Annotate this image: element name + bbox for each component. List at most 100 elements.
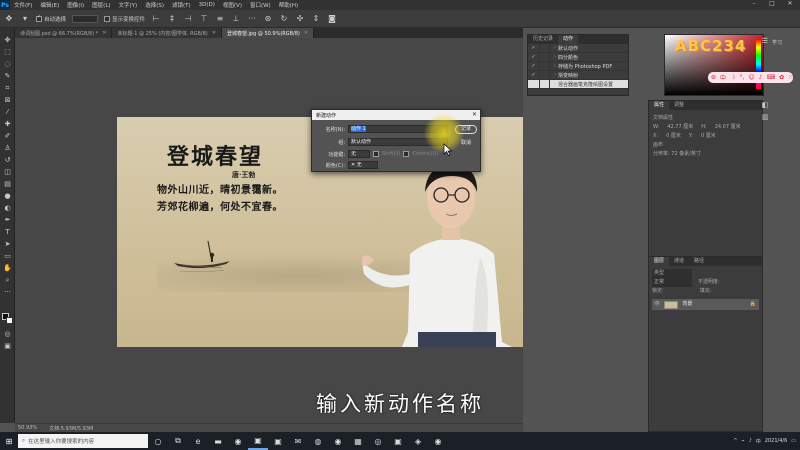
keyboard-icon[interactable]: ⌨	[766, 74, 775, 81]
volume-icon[interactable]: ♪	[749, 438, 752, 444]
quick-mask-icon[interactable]: ◎	[3, 330, 12, 339]
app-icon[interactable]: ▣	[388, 432, 408, 450]
menu-type[interactable]: 文字(Y)	[115, 1, 142, 9]
move-tool-icon[interactable]: ✥	[4, 14, 14, 24]
drag-3d-icon[interactable]: ✣	[295, 14, 305, 24]
tab-close-icon[interactable]: ✕	[304, 30, 308, 36]
dialog-toggle[interactable]	[539, 61, 550, 71]
menu-view[interactable]: 视图(V)	[219, 1, 246, 9]
dialog-toggle[interactable]	[539, 52, 550, 62]
menu-edit[interactable]: 编辑(E)	[36, 1, 63, 9]
premiere-icon[interactable]: ▣	[268, 432, 288, 450]
rotate-3d-icon[interactable]: ↻	[279, 14, 289, 24]
action-row-selected[interactable]: ✓ › 混合器画笔克隆绘图设置	[528, 79, 628, 89]
color-select[interactable]: ✕ 无	[348, 161, 378, 169]
camera-icon[interactable]: ◙	[327, 14, 337, 24]
eraser-tool-icon[interactable]: ◫	[3, 168, 12, 177]
healing-tool-icon[interactable]: ✚	[3, 120, 12, 129]
stamp-tool-icon[interactable]: ♙	[3, 144, 12, 153]
edge-icon[interactable]: e	[188, 432, 208, 450]
panel-icon[interactable]: ▥	[760, 112, 770, 122]
width-value[interactable]: 42.77 厘米	[667, 123, 693, 132]
grid-icon[interactable]: ⁙	[788, 74, 793, 81]
menu-select[interactable]: 选择(S)	[141, 1, 168, 9]
control-checkbox[interactable]	[403, 151, 410, 157]
menu-file[interactable]: 文件(F)	[10, 1, 36, 9]
clock[interactable]: 2021/4/6	[765, 438, 787, 444]
check-icon[interactable]: ✓	[528, 72, 539, 78]
folder-icon[interactable]: ▬	[208, 432, 228, 450]
zoom-tool-icon[interactable]: ⌕	[3, 276, 12, 285]
align-top-icon[interactable]: ⊤	[199, 14, 209, 24]
tab-layers[interactable]: 图层	[649, 257, 670, 266]
wechat-icon[interactable]: ✉	[288, 432, 308, 450]
language-icon[interactable]: 中	[720, 73, 726, 82]
auto-select-option[interactable]: 自动选择	[36, 15, 66, 23]
menu-help[interactable]: 帮助(H)	[275, 1, 302, 9]
auto-select-target-dropdown[interactable]	[72, 14, 99, 23]
dialog-close-icon[interactable]: ✕	[472, 110, 477, 120]
tray-chevron-icon[interactable]: ^	[733, 438, 737, 444]
check-icon[interactable]: ✓	[528, 54, 539, 60]
microphone-icon[interactable]: ♪	[759, 74, 763, 81]
align-bottom-icon[interactable]: ⊥	[231, 14, 241, 24]
eye-icon[interactable]: 👁	[654, 300, 660, 309]
menu-3d[interactable]: 3D(D)	[195, 2, 219, 8]
align-middle-icon[interactable]: ≡	[215, 14, 225, 24]
zoom-level[interactable]: 50.93%	[18, 425, 37, 431]
path-select-tool-icon[interactable]: ➤	[3, 240, 12, 249]
app-icon[interactable]: ◉	[328, 432, 348, 450]
dialog-toggle[interactable]	[539, 43, 550, 53]
tab-document-3[interactable]: 登城春望.jpg @ 50.9%(RGB/8) ✕	[221, 28, 315, 38]
document-size[interactable]: 文档:5.93M/5.93M	[49, 425, 93, 432]
function-key-select[interactable]: 无	[348, 150, 370, 158]
taskbar-search-box[interactable]: ⌕ 在这里输入你要搜索的内容	[18, 434, 148, 448]
notification-icon[interactable]: ▭	[791, 438, 796, 444]
background-color-swatch[interactable]	[6, 317, 13, 324]
align-center-icon[interactable]: ‡	[167, 14, 177, 24]
app-icon[interactable]: ◈	[408, 432, 428, 450]
chevron-down-icon[interactable]: ▾	[20, 14, 30, 24]
learn-icon[interactable]: ☰	[760, 36, 770, 46]
gradient-tool-icon[interactable]: ▤	[3, 180, 12, 189]
blend-mode-select[interactable]: 正常	[652, 278, 692, 287]
tab-close-icon[interactable]: ✕	[102, 30, 106, 36]
panel-icon[interactable]: ◧	[760, 100, 770, 110]
type-tool-icon[interactable]: T	[3, 228, 12, 237]
move-tool-icon[interactable]: ✥	[3, 36, 12, 45]
lasso-tool-icon[interactable]: ◌	[3, 60, 12, 69]
check-icon[interactable]: ✓	[528, 81, 539, 87]
3d-mode-icon[interactable]: ⊛	[263, 14, 273, 24]
blur-tool-icon[interactable]: ●	[3, 192, 12, 201]
check-icon[interactable]: ✓	[528, 63, 539, 69]
shift-checkbox[interactable]	[373, 151, 379, 157]
frame-tool-icon[interactable]: ⊠	[3, 96, 12, 105]
app-icon[interactable]: ▦	[348, 432, 368, 450]
photoshop-taskbar-icon[interactable]: ▣	[248, 432, 268, 450]
sogou-icon[interactable]: ⊛	[711, 74, 716, 81]
menu-image[interactable]: 图像(I)	[63, 1, 88, 9]
dialog-toggle[interactable]	[539, 70, 550, 80]
moon-icon[interactable]: ☽	[730, 74, 735, 81]
task-view-icon[interactable]: ⧉	[168, 432, 188, 450]
maximize-icon[interactable]: □	[764, 0, 780, 10]
tab-properties[interactable]: 属性	[649, 101, 670, 110]
skin-icon[interactable]: ✿	[779, 74, 784, 81]
windows-start-icon[interactable]: ⊞	[0, 432, 18, 450]
close-icon[interactable]: ✕	[782, 0, 798, 10]
punctuation-icon[interactable]: °,	[739, 74, 744, 81]
screen-mode-icon[interactable]: ▣	[3, 342, 12, 351]
record-icon[interactable]: ◉	[428, 432, 448, 450]
network-icon[interactable]: ⌁	[742, 438, 745, 444]
y-value[interactable]: 0 厘米	[701, 132, 716, 141]
x-value[interactable]: 0 厘米	[666, 132, 681, 141]
dodge-tool-icon[interactable]: ◐	[3, 204, 12, 213]
menu-layer[interactable]: 图层(L)	[88, 1, 114, 9]
auto-select-checkbox[interactable]	[36, 15, 42, 22]
slide-3d-icon[interactable]: ⇕	[311, 14, 321, 24]
tab-paths[interactable]: 路径	[689, 257, 709, 266]
align-right-icon[interactable]: ⊣	[183, 14, 193, 24]
crop-tool-icon[interactable]: ⌗	[3, 84, 12, 93]
tab-actions[interactable]: 动作	[558, 35, 579, 44]
more-tools-icon[interactable]: ···	[3, 288, 12, 297]
